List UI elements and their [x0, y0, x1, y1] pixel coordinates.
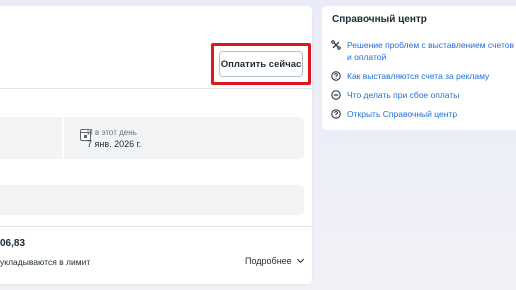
next-date-label: И в этот день	[87, 128, 137, 137]
next-date-value: 7 янв. 2026 г.	[87, 139, 142, 149]
pay-now-button[interactable]: Оплатить сейчас	[219, 51, 303, 77]
help-center-title: Справочный центр	[332, 14, 427, 25]
help-item-label: Как выставляются счета за рекламу	[347, 71, 490, 81]
amount-value: 06,83	[0, 238, 26, 249]
billing-card: Оплатить сейчас И в этот день 7 янв. 202…	[0, 6, 312, 284]
help-item-billing-troubleshoot[interactable]: Решение проблем с выставлением счетов и …	[331, 39, 516, 63]
help-item-label: Открыть Справочный центр	[347, 109, 458, 119]
divider	[0, 88, 312, 89]
more-details-label: Подробнее	[245, 256, 292, 266]
chevron-down-icon	[296, 255, 304, 264]
question-icon	[331, 71, 341, 81]
divider	[0, 226, 312, 227]
more-details-link[interactable]: Подробнее	[245, 255, 304, 266]
help-circle-icon	[331, 109, 341, 119]
minus-circle-icon	[331, 90, 341, 100]
help-item-payment-failure[interactable]: Что делать при сбое оплаты	[331, 89, 516, 101]
limit-status-text: укладываются в лимит	[0, 257, 91, 267]
help-center-card: Справочный центр Решение проблем с выста…	[322, 6, 516, 130]
help-item-open-help-center[interactable]: Открыть Справочный центр	[331, 108, 516, 120]
payment-info-box: И в этот день 7 янв. 2026 г.	[0, 117, 304, 159]
help-item-label: Решение проблем с выставлением счетов и …	[347, 40, 514, 62]
secondary-info-box	[0, 185, 304, 215]
help-item-label: Что делать при сбое оплаты	[347, 90, 460, 100]
troubleshoot-icon	[331, 40, 341, 50]
info-separator	[62, 117, 64, 159]
help-item-ad-billing[interactable]: Как выставляются счета за рекламу	[331, 70, 516, 82]
